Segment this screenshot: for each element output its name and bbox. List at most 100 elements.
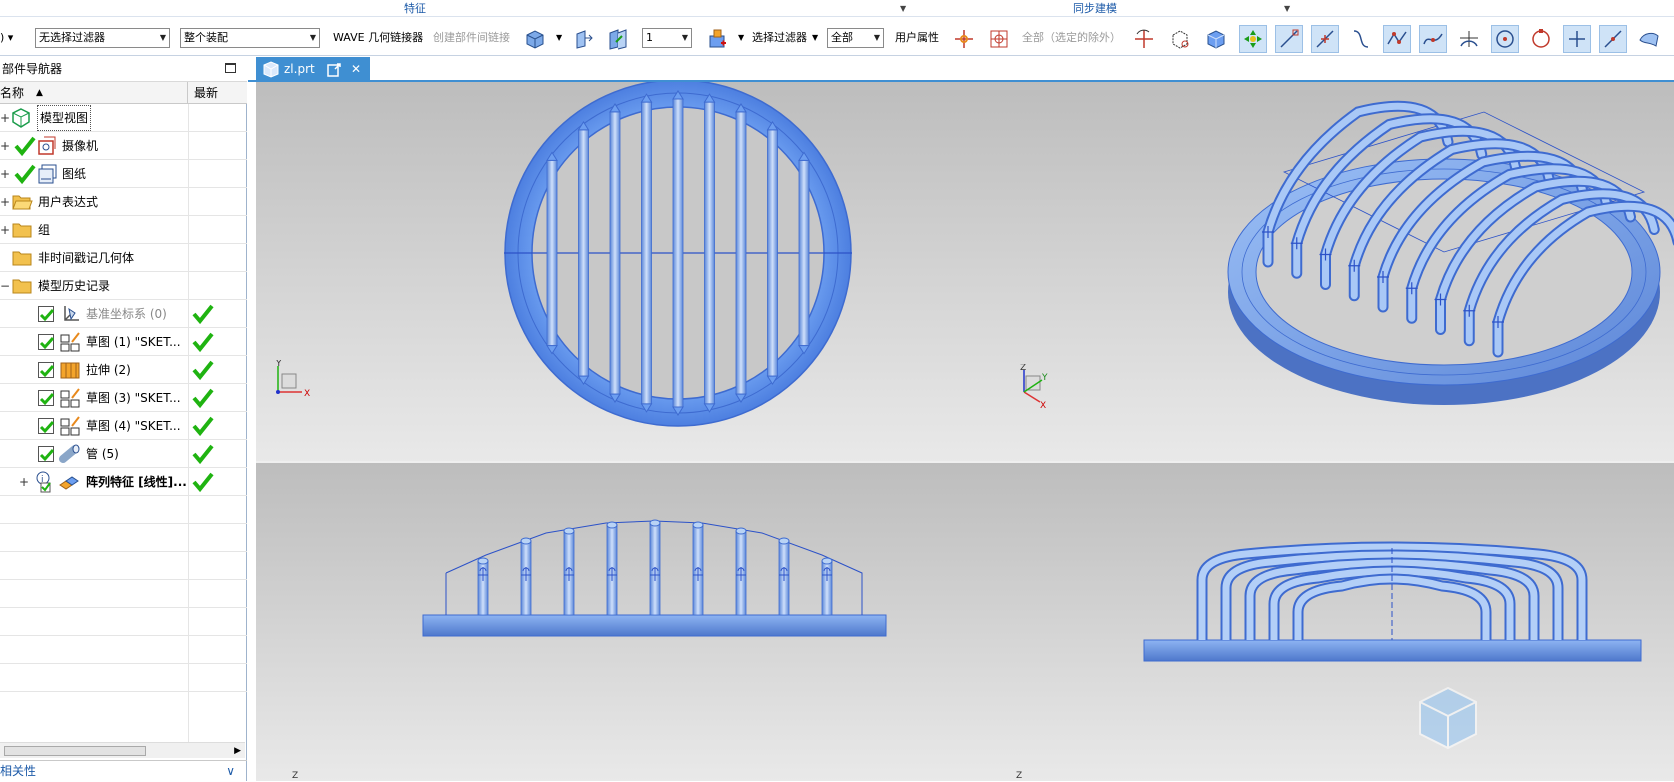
visibility-checkbox[interactable]	[38, 418, 55, 434]
tree-row-groups[interactable]: + 组	[0, 216, 247, 244]
visibility-checkbox[interactable]	[38, 362, 55, 378]
selection-filter-dropdown[interactable]: 无选择过滤器 ▼	[35, 28, 170, 48]
dependencies-panel-header[interactable]: 相关性 ∨	[0, 760, 247, 781]
intersection-point-icon[interactable]	[1383, 25, 1411, 53]
solid-body-dropdown[interactable]: ▼	[556, 28, 562, 48]
isometric-view-model[interactable]	[256, 82, 1674, 463]
tree-row-extrude-2[interactable]: 拉伸 (2)	[0, 356, 247, 384]
navigator-horizontal-scrollbar[interactable]: ▶	[0, 742, 245, 758]
side-view-model[interactable]: Z	[256, 463, 1674, 781]
wave-linker-button[interactable]: WAVE 几何链接器	[333, 28, 423, 48]
all-except-selected-button[interactable]: 全部（选定的除外）	[1022, 28, 1121, 48]
expand-icon[interactable]: +	[0, 168, 10, 180]
ribbon-sync-dropdown[interactable]: ▼	[1284, 0, 1290, 17]
tree-row-non-timestamp-geometry[interactable]: 非时间戳记几何体	[0, 244, 247, 272]
tree-row-drawings[interactable]: + 图纸	[0, 160, 247, 188]
toolbar-menu-stub[interactable]: ) ▾	[0, 28, 18, 48]
tree-item-label: 管 (5)	[86, 447, 119, 461]
select-filter-label[interactable]: 选择过滤器	[752, 28, 807, 48]
column-divider	[188, 300, 189, 328]
chevron-down-icon[interactable]: ∨	[226, 761, 235, 782]
tree-row-sketch-3[interactable]: 草图 (3) "SKET...	[0, 384, 247, 412]
viewport-upper-panes[interactable]: Y X Z Y X	[256, 82, 1674, 463]
selection-toolbar: ) ▾ 无选择过滤器 ▼ 整个装配 ▼ WAVE 几何链接器 创建部件间链接 ▼ 1…	[0, 17, 1674, 56]
tree-row-cameras[interactable]: + 摄像机	[0, 132, 247, 160]
drawing-sheet-icon	[38, 164, 57, 184]
ribbon-features-dropdown[interactable]: ▼	[900, 0, 906, 17]
filter-type-dropdown[interactable]: 全部 ▼	[827, 28, 884, 48]
assembly-scope-value: 整个装配	[184, 31, 228, 44]
add-component-dropdown[interactable]: ▼	[738, 28, 744, 48]
axis-y-label: Y	[1041, 373, 1048, 383]
expand-icon[interactable]: +	[0, 224, 10, 236]
tree-item-label: 拉伸 (2)	[86, 363, 131, 377]
arc-center-icon[interactable]	[1491, 25, 1519, 53]
axis-x-label: X	[1040, 401, 1046, 411]
extract-face-icon[interactable]	[570, 25, 598, 53]
mid-point-icon[interactable]	[1311, 25, 1339, 53]
target-select-icon[interactable]	[985, 25, 1013, 53]
visibility-checkbox[interactable]	[38, 306, 55, 322]
point-snap-icon[interactable]	[950, 25, 978, 53]
existing-point-icon[interactable]	[1563, 25, 1591, 53]
maximize-icon[interactable]	[225, 63, 236, 73]
tab-zl-prt[interactable]: zl.prt ✕	[256, 57, 370, 82]
green-check-icon	[192, 332, 214, 353]
tree-row-pattern-feature[interactable]: + i 阵列特征 [线性]...	[0, 468, 247, 496]
tree-row-sketch-1[interactable]: 草图 (1) "SKET...	[0, 328, 247, 356]
column-divider	[188, 552, 189, 580]
add-component-icon[interactable]	[703, 25, 731, 53]
user-attributes-button[interactable]: 用户属性	[895, 28, 939, 48]
tree-row-user-expressions[interactable]: + 用户表达式	[0, 188, 247, 216]
expand-icon[interactable]: +	[0, 140, 10, 152]
green-check-icon	[14, 136, 36, 157]
wireframe-cube-icon[interactable]	[1166, 25, 1194, 53]
promote-body-icon[interactable]	[604, 25, 632, 53]
selection-filter-value: 无选择过滤器	[39, 31, 105, 44]
tree-item-label: 非时间戳记几何体	[38, 251, 135, 265]
snap-all-icon[interactable]	[1239, 25, 1267, 53]
visibility-checkbox[interactable]	[38, 446, 55, 462]
solid-body-icon[interactable]	[521, 25, 549, 53]
expand-icon[interactable]: +	[0, 196, 10, 208]
shaded-cube-icon[interactable]	[1202, 25, 1230, 53]
point-on-face-icon[interactable]	[1635, 25, 1663, 53]
chevron-down-icon: ▼	[309, 33, 316, 42]
scroll-right-icon[interactable]: ▶	[234, 743, 241, 759]
end-point-icon[interactable]	[1275, 25, 1303, 53]
control-point-icon[interactable]	[1347, 25, 1375, 53]
scrollbar-thumb[interactable]	[4, 746, 146, 756]
collapse-icon[interactable]: −	[0, 280, 10, 292]
graphics-viewport[interactable]: Y X Z Y X Z Z	[256, 82, 1674, 781]
point-on-curve-icon[interactable]	[1419, 25, 1447, 53]
tree-row-model-views[interactable]: + 模型视图	[0, 104, 247, 132]
empty-row	[0, 524, 247, 552]
assembly-scope-dropdown[interactable]: 整个装配 ▼	[180, 28, 320, 48]
move-point-icon[interactable]	[1130, 25, 1158, 53]
save-tab-icon[interactable]	[327, 63, 341, 77]
column-latest-header[interactable]: 最新	[194, 82, 218, 104]
info-icon: i	[36, 471, 51, 493]
tree-row-datum-csys[interactable]: 基准坐标系 (0)	[0, 300, 247, 328]
model-views-icon	[12, 108, 30, 128]
create-interpart-link-button[interactable]: 创建部件间链接	[433, 28, 510, 48]
select-filter-dropdown[interactable]: ▼	[812, 28, 818, 48]
copies-count-dropdown[interactable]: 1 ▼	[642, 28, 692, 48]
visibility-checkbox[interactable]	[38, 334, 55, 350]
tree-row-sketch-4[interactable]: 草图 (4) "SKET...	[0, 412, 247, 440]
column-divider	[188, 664, 189, 692]
column-name-header[interactable]: 名称 ▲	[0, 82, 188, 104]
quadrant-point-icon[interactable]	[1527, 25, 1555, 53]
tangent-point-icon[interactable]	[1455, 25, 1483, 53]
tree-row-tube-5[interactable]: 管 (5)	[0, 440, 247, 468]
ribbon-group-bar: 特征 ▼ 同步建模 ▼	[0, 0, 1674, 17]
point-on-line-icon[interactable]	[1599, 25, 1627, 53]
close-icon[interactable]: ✕	[351, 57, 361, 82]
empty-row	[0, 692, 247, 742]
expand-icon[interactable]: +	[19, 476, 29, 488]
green-check-icon	[192, 388, 214, 409]
tree-row-model-history[interactable]: − 模型历史记录	[0, 272, 247, 300]
visibility-checkbox[interactable]	[38, 390, 55, 406]
expand-icon[interactable]: +	[0, 112, 10, 124]
viewport-lower-panes[interactable]: Z Z	[256, 463, 1674, 781]
